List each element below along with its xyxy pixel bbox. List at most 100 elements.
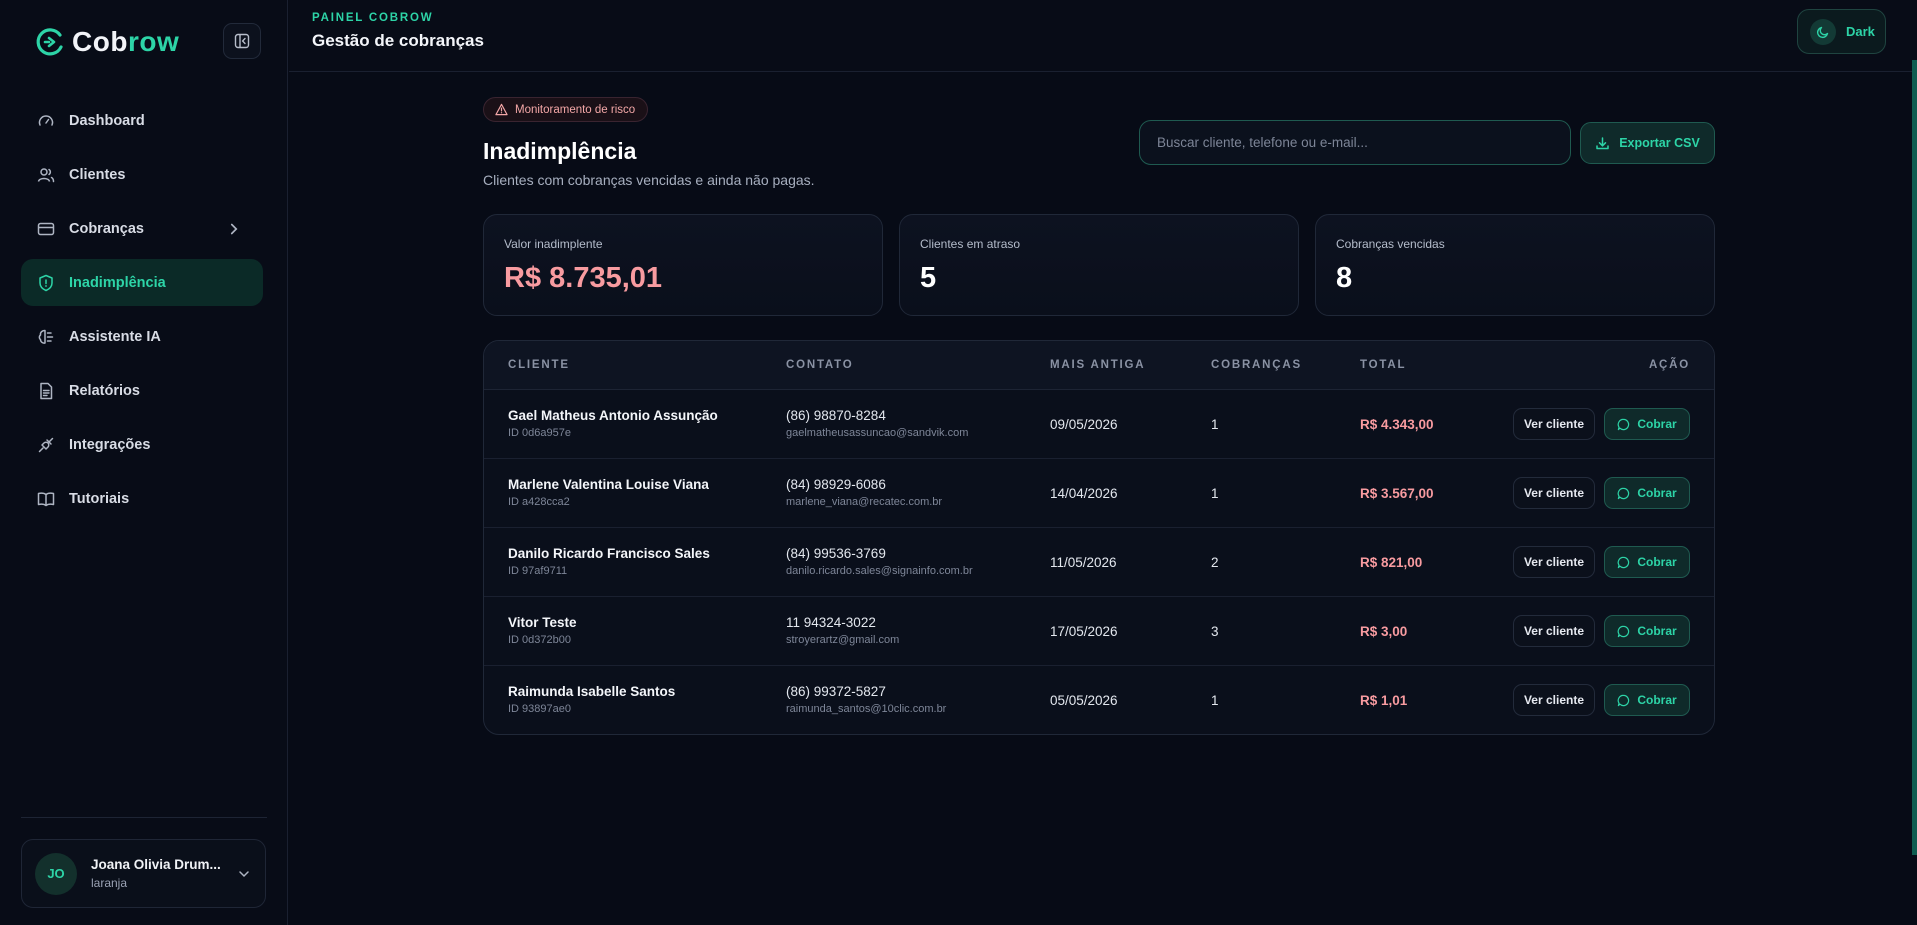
sidebar-item-cobrancas[interactable]: Cobranças — [21, 205, 263, 252]
total-amount: R$ 4.343,00 — [1360, 417, 1434, 432]
sidebar-item-label: Assistente IA — [69, 328, 161, 345]
charge-label: Cobrar — [1637, 417, 1677, 431]
oldest-date: 09/05/2026 — [1050, 417, 1118, 432]
column-header: TOTAL — [1360, 359, 1407, 371]
stat-card-valor: Valor inadimplente R$ 8.735,01 — [483, 214, 883, 316]
file-text-icon — [40, 382, 53, 399]
table-row: Marlene Valentina Louise Viana ID a428cca… — [484, 459, 1714, 528]
stat-label: Clientes em atraso — [920, 237, 1021, 251]
total-amount: R$ 1,01 — [1360, 693, 1408, 708]
charge-label: Cobrar — [1637, 486, 1677, 500]
client-phone: (86) 99372-5827 — [786, 684, 886, 699]
sidebar: Cobrow Dashboard Clientes Cobranças Inad… — [0, 0, 288, 925]
client-email: raimunda_santos@10clic.com.br — [786, 703, 947, 715]
table-row: Raimunda Isabelle Santos ID 93897ae0 (86) … — [484, 666, 1714, 734]
client-phone: 11 94324-3022 — [786, 615, 876, 630]
shield-alert-icon — [39, 274, 53, 291]
gauge-icon — [38, 114, 54, 126]
brain-icon — [38, 329, 54, 344]
view-client-button[interactable]: Ver cliente — [1513, 408, 1595, 440]
column-header: MAIS ANTIGA — [1050, 359, 1146, 371]
plug-icon — [38, 437, 54, 452]
avatar: JO — [35, 852, 77, 895]
view-client-label: Ver cliente — [1523, 486, 1585, 500]
charges-count: 1 — [1211, 417, 1219, 432]
client-email: marlene_viana@recatec.com.br — [786, 496, 943, 508]
charge-button[interactable]: Cobrar — [1604, 408, 1690, 440]
user-menu[interactable]: JO Joana Olivia Drum... laranja — [21, 839, 266, 908]
book-open-icon — [37, 491, 55, 506]
brand-logo[interactable]: Cobrow — [34, 24, 179, 60]
header-title: Gestão de cobranças — [312, 31, 484, 50]
view-client-label: Ver cliente — [1523, 693, 1585, 707]
view-client-button[interactable]: Ver cliente — [1513, 477, 1595, 509]
download-icon — [1596, 136, 1609, 149]
table-header: CLIENTE CONTATO MAIS ANTIGA COBRANÇAS TO… — [484, 341, 1714, 390]
sidebar-item-label: Integrações — [69, 436, 151, 453]
charge-label: Cobrar — [1637, 624, 1677, 638]
sidebar-divider — [21, 817, 267, 818]
table-row: Danilo Ricardo Francisco Sales ID 97af971… — [484, 528, 1714, 597]
stat-value: 5 — [920, 262, 937, 294]
total-amount: R$ 821,00 — [1360, 555, 1423, 570]
charges-count: 1 — [1211, 486, 1219, 501]
sidebar-item-inadimplencia[interactable]: Inadimplência — [21, 259, 263, 306]
view-client-label: Ver cliente — [1523, 555, 1585, 569]
charge-label: Cobrar — [1637, 555, 1677, 569]
scrollbar[interactable] — [1912, 60, 1917, 855]
charge-button[interactable]: Cobrar — [1604, 615, 1690, 647]
client-id: ID 97af9711 — [508, 565, 568, 577]
charge-button[interactable]: Cobrar — [1604, 477, 1690, 509]
message-circle-icon — [1617, 487, 1630, 499]
sidebar-item-tutoriais[interactable]: Tutoriais — [21, 475, 263, 522]
export-csv-button[interactable]: Exportar CSV — [1580, 122, 1715, 164]
charges-count: 1 — [1211, 693, 1219, 708]
client-email: danilo.ricardo.sales@signainfo.com.br — [786, 565, 973, 577]
oldest-date: 11/05/2026 — [1050, 555, 1117, 570]
view-client-label: Ver cliente — [1523, 624, 1585, 638]
view-client-button[interactable]: Ver cliente — [1513, 684, 1595, 716]
column-header: CONTATO — [786, 359, 854, 371]
client-email: stroyerartz@gmail.com — [786, 634, 900, 646]
sidebar-item-dashboard[interactable]: Dashboard — [21, 97, 263, 144]
sidebar-item-assistente-ia[interactable]: Assistente IA — [21, 313, 263, 360]
risk-badge-label: Monitoramento de risco — [515, 103, 636, 116]
stat-value: R$ 8.735,01 — [504, 262, 663, 294]
search-input[interactable] — [1139, 120, 1571, 165]
chevron-down-icon — [239, 871, 249, 878]
collapse-sidebar-button[interactable] — [223, 23, 261, 59]
client-phone: (84) 99536-3769 — [786, 546, 886, 561]
charges-count: 3 — [1211, 624, 1219, 639]
client-id: ID 0d6a957e — [508, 427, 571, 439]
charge-button[interactable]: Cobrar — [1604, 684, 1690, 716]
sidebar-item-label: Clientes — [69, 166, 126, 183]
credit-card-icon — [37, 222, 55, 235]
view-client-button[interactable]: Ver cliente — [1513, 546, 1595, 578]
theme-toggle-button[interactable]: Dark — [1797, 9, 1886, 54]
stat-value: 8 — [1336, 262, 1353, 294]
client-name: Danilo Ricardo Francisco Sales — [508, 546, 710, 561]
header-kicker: PAINEL COBROW — [312, 12, 434, 24]
sidebar-item-integracoes[interactable]: Integrações — [21, 421, 263, 468]
client-phone: (84) 98929-6086 — [786, 477, 886, 492]
message-circle-icon — [1617, 625, 1630, 637]
stat-label: Valor inadimplente — [504, 237, 603, 251]
stat-card-clientes: Clientes em atraso 5 — [899, 214, 1299, 316]
column-header: CLIENTE — [508, 359, 570, 371]
client-email: gaelmatheusassuncao@sandvik.com — [786, 427, 969, 439]
sidebar-item-relatorios[interactable]: Relatórios — [21, 367, 263, 414]
message-circle-icon — [1617, 556, 1630, 568]
charge-button[interactable]: Cobrar — [1604, 546, 1690, 578]
sidebar-item-label: Cobranças — [69, 220, 144, 237]
sidebar-collapse-icon — [234, 33, 250, 49]
top-header: PAINEL COBROW Gestão de cobranças Dark — [289, 0, 1917, 72]
oldest-date: 17/05/2026 — [1050, 624, 1118, 639]
view-client-button[interactable]: Ver cliente — [1513, 615, 1595, 647]
sidebar-item-label: Inadimplência — [69, 274, 166, 291]
client-name: Gael Matheus Antonio Assunção — [508, 408, 718, 423]
view-client-label: Ver cliente — [1523, 417, 1585, 431]
user-subtitle: laranja — [91, 876, 128, 890]
theme-label: Dark — [1846, 24, 1875, 39]
sidebar-item-clientes[interactable]: Clientes — [21, 151, 263, 198]
sidebar-nav: Dashboard Clientes Cobranças Inadimplênc… — [21, 97, 263, 529]
